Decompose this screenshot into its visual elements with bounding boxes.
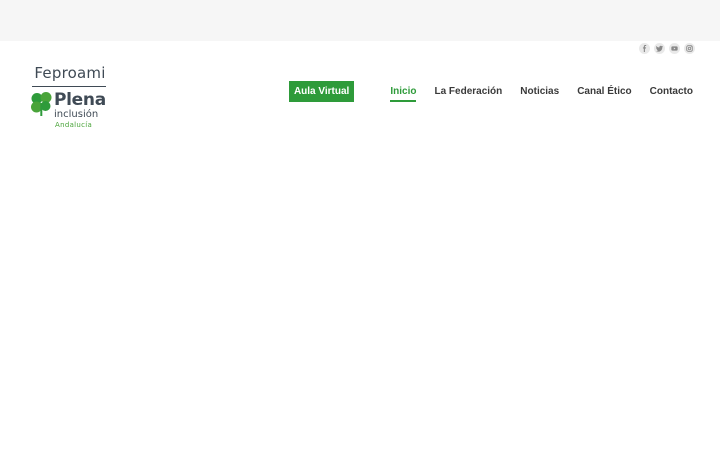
clover-icon (31, 92, 52, 116)
instagram-icon[interactable] (684, 43, 695, 54)
main-nav: Aula Virtual Inicio La Federación Notici… (288, 81, 693, 102)
nav-item-noticias[interactable]: Noticias (520, 81, 559, 102)
site-logo[interactable]: Feproami Plena inclusión Andalucía (30, 64, 110, 130)
youtube-icon[interactable] (669, 43, 680, 54)
facebook-icon[interactable] (639, 43, 650, 54)
logo-divider (32, 86, 106, 87)
logo-plena-text: Plena (54, 90, 106, 110)
nav-item-canal-etico[interactable]: Canal Ético (577, 81, 631, 102)
logo-inclusion-text: inclusión (54, 109, 99, 120)
top-bar (0, 0, 720, 41)
aula-virtual-button[interactable]: Aula Virtual (288, 81, 355, 102)
social-links (639, 43, 695, 54)
nav-item-inicio[interactable]: Inicio (390, 81, 417, 102)
logo-region-text: Andalucía (55, 121, 93, 129)
nav-item-la-federacion[interactable]: La Federación (434, 81, 502, 102)
twitter-icon[interactable] (654, 43, 665, 54)
logo-brand-text: Feproami (34, 64, 106, 82)
nav-item-contacto[interactable]: Contacto (650, 81, 693, 102)
